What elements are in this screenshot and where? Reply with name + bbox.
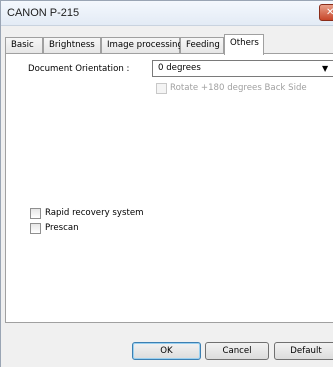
tab-others[interactable]: Others xyxy=(224,34,264,55)
document-orientation-label: Document Orientation : xyxy=(28,64,130,74)
rotate-back-side-checkbox[interactable] xyxy=(156,83,167,94)
rapid-recovery-label: Rapid recovery system xyxy=(45,208,144,218)
tab-image-processing[interactable]: Image processing xyxy=(101,37,183,53)
rapid-recovery-checkbox[interactable] xyxy=(30,208,41,219)
tab-strip: Basic Brightness Image processing Feedin… xyxy=(5,34,333,55)
close-button[interactable]: ✕ xyxy=(319,4,333,21)
tab-basic[interactable]: Basic xyxy=(5,37,43,53)
settings-dialog: CANON P-215 ✕ Basic Brightness Image pro… xyxy=(0,0,333,367)
rotate-back-side-label: Rotate +180 degrees Back Side xyxy=(170,83,307,93)
title-bar[interactable]: CANON P-215 ✕ xyxy=(1,1,333,26)
document-orientation-select[interactable]: 0 degrees ▼ xyxy=(152,60,333,77)
cancel-button[interactable]: Cancel xyxy=(205,342,269,360)
prescan-label: Prescan xyxy=(45,223,79,233)
chevron-down-icon: ▼ xyxy=(322,64,329,73)
others-panel xyxy=(5,53,333,323)
window-title: CANON P-215 xyxy=(7,7,80,19)
prescan-checkbox[interactable] xyxy=(30,223,41,234)
document-orientation-value: 0 degrees xyxy=(158,63,201,73)
tab-brightness[interactable]: Brightness xyxy=(43,37,101,53)
tab-feeding[interactable]: Feeding xyxy=(180,37,224,53)
close-icon: ✕ xyxy=(326,7,333,18)
default-button[interactable]: Default xyxy=(274,342,333,360)
ok-button[interactable]: OK xyxy=(132,342,201,360)
